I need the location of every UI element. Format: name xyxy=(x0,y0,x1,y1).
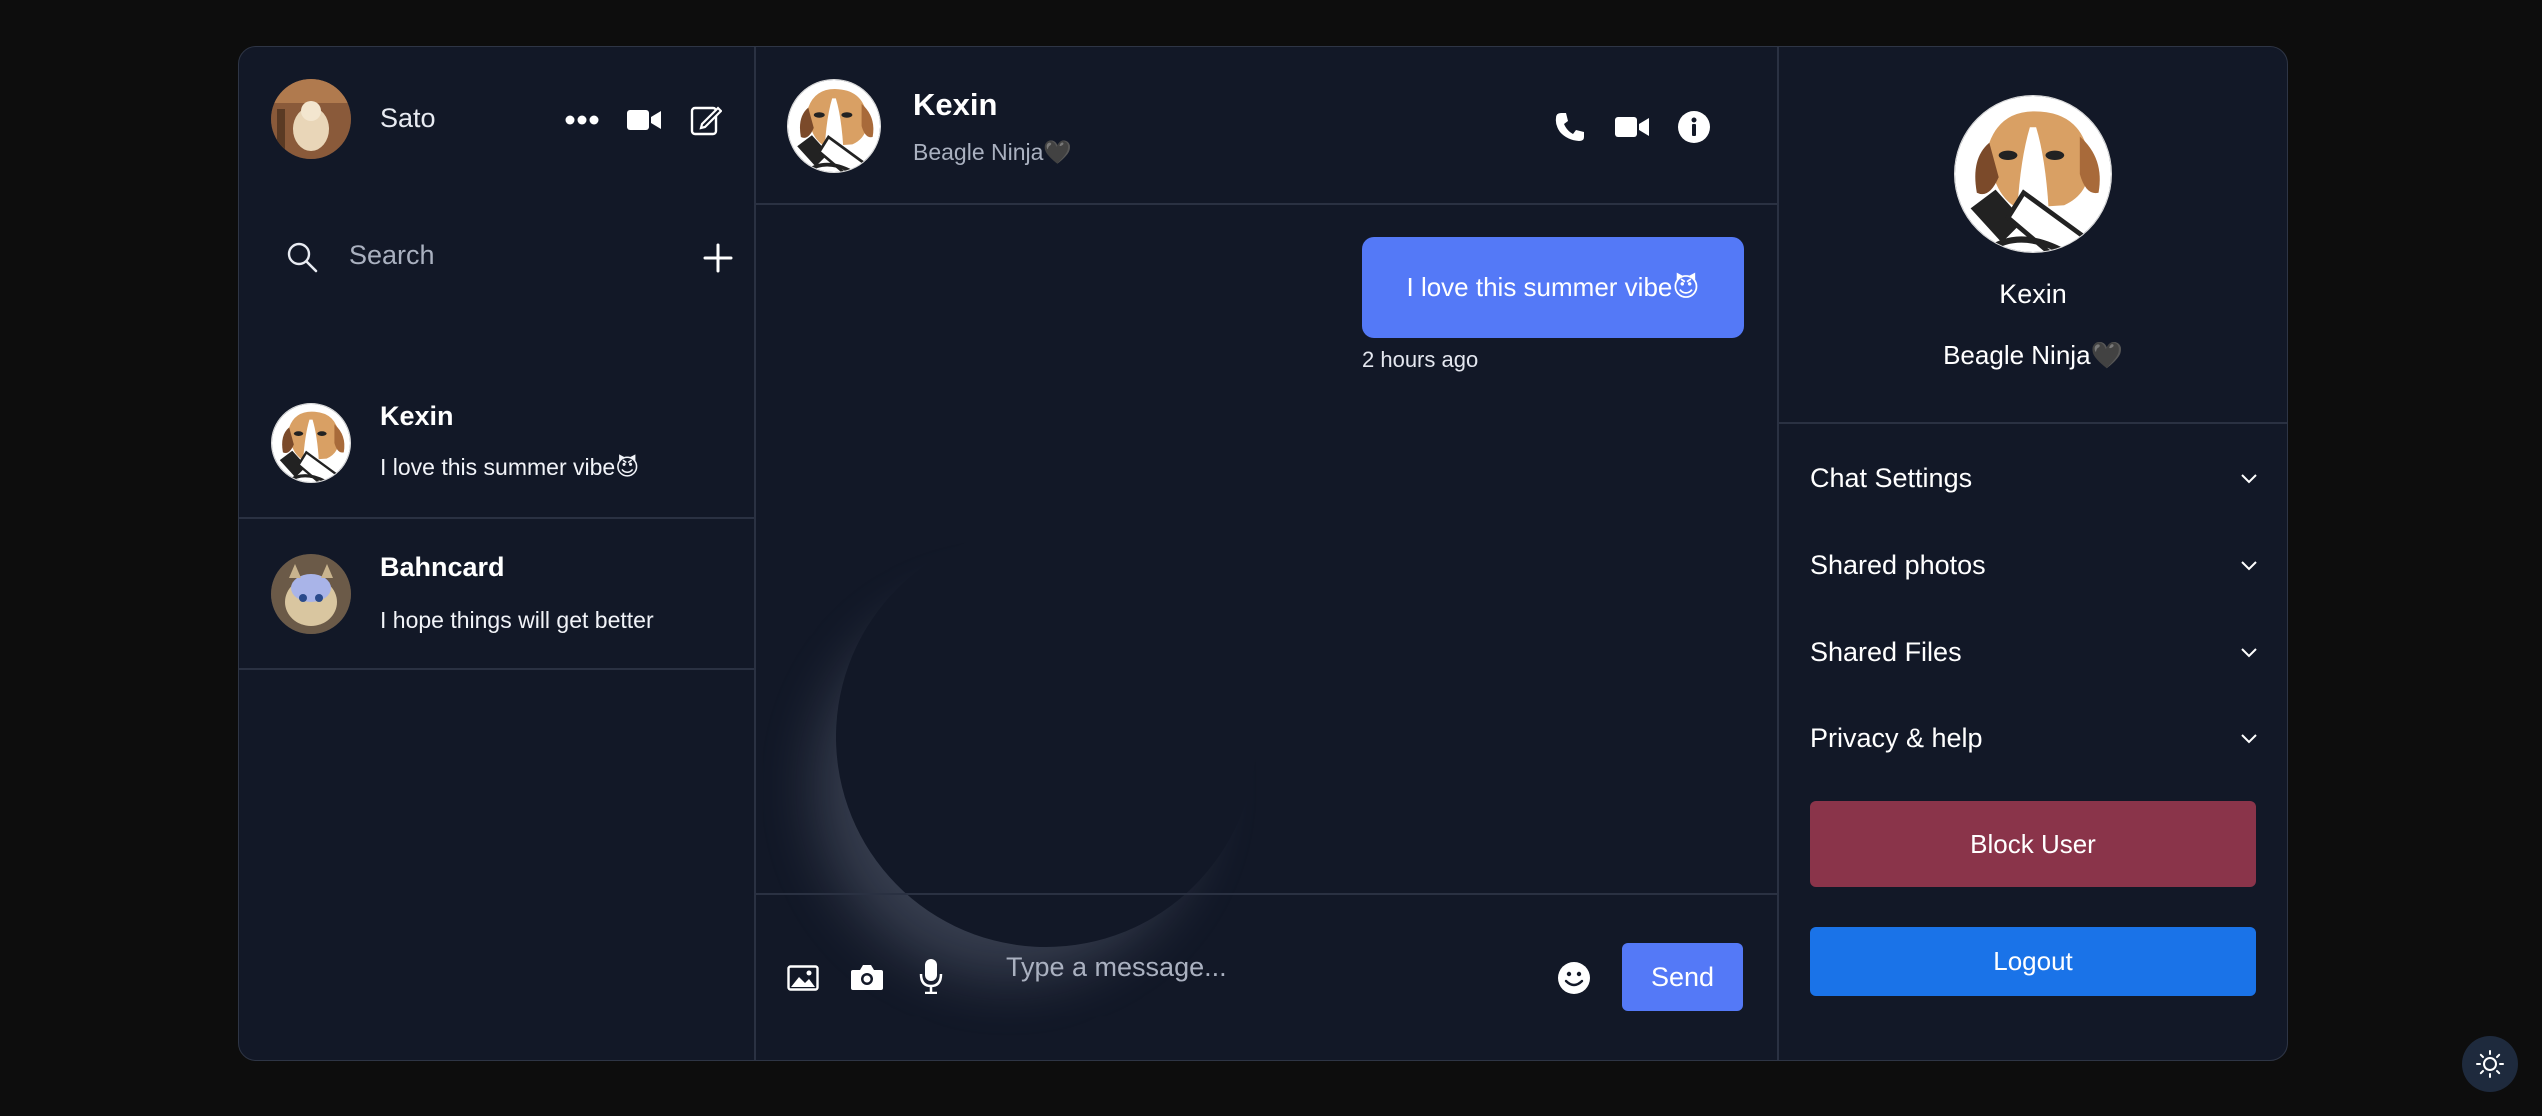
chat-header: Kexin Beagle Ninja🖤 xyxy=(756,47,1777,205)
shared-files-section[interactable]: Shared Files xyxy=(1810,622,2258,682)
conversation-sidebar: Sato Search Kexin I love this summer vib… xyxy=(239,47,756,1060)
chat-settings-section[interactable]: Chat Settings xyxy=(1810,448,2258,508)
chevron-down-icon xyxy=(2240,472,2258,484)
shared-photos-section[interactable]: Shared photos xyxy=(1810,535,2258,595)
peer-avatar[interactable] xyxy=(787,79,881,173)
video-call-icon[interactable] xyxy=(1614,109,1650,145)
video-icon[interactable] xyxy=(626,105,662,135)
chevron-down-icon xyxy=(2240,646,2258,658)
chevron-down-icon xyxy=(2240,732,2258,744)
message-timestamp: 2 hours ago xyxy=(1362,347,1479,372)
section-label: Shared Files xyxy=(1810,636,1962,667)
section-label: Chat Settings xyxy=(1810,462,1973,493)
mic-icon[interactable] xyxy=(916,958,946,994)
theme-toggle-button[interactable] xyxy=(2462,1036,2518,1092)
conversation-preview: I love this summer vibe😈 xyxy=(380,454,640,480)
sun-icon xyxy=(2475,1049,2505,1079)
user-avatar[interactable] xyxy=(271,79,351,159)
profile-status: Beagle Ninja🖤 xyxy=(1943,340,2123,370)
profile-avatar[interactable] xyxy=(1954,95,2112,253)
peer-name: Kexin xyxy=(913,87,998,122)
image-icon[interactable] xyxy=(786,963,820,993)
search-icon xyxy=(285,239,319,275)
conversation-item[interactable]: Bahncard I hope things will get better xyxy=(239,519,756,670)
conversation-avatar xyxy=(271,554,351,634)
plus-icon[interactable] xyxy=(701,241,735,275)
conversation-name: Bahncard xyxy=(380,552,505,582)
info-icon[interactable] xyxy=(1676,109,1712,145)
logout-button[interactable]: Logout xyxy=(1810,927,2256,996)
camera-icon[interactable] xyxy=(849,961,885,993)
section-label: Privacy & help xyxy=(1810,722,1983,753)
search-input[interactable]: Search xyxy=(349,240,435,271)
conversation-preview: I hope things will get better xyxy=(380,607,654,633)
chevron-down-icon xyxy=(2240,559,2258,571)
conversation-item[interactable]: Kexin I love this summer vibe😈 xyxy=(239,368,756,519)
peer-status: Beagle Ninja🖤 xyxy=(913,139,1073,165)
phone-icon[interactable] xyxy=(1552,109,1588,145)
chat-panel: Kexin Beagle Ninja🖤 I love this summer v… xyxy=(756,47,1779,1060)
message-input[interactable] xyxy=(1006,937,1536,997)
block-user-button[interactable]: Block User xyxy=(1810,801,2256,887)
conversation-name: Kexin xyxy=(380,401,454,431)
profile-panel: Kexin Beagle Ninja🖤 Chat Settings Shared… xyxy=(1779,47,2287,1060)
section-label: Shared photos xyxy=(1810,549,1986,580)
messenger-app: Sato Search Kexin I love this summer vib… xyxy=(238,46,2288,1061)
emoji-icon[interactable] xyxy=(1556,960,1592,996)
send-button[interactable]: Send xyxy=(1622,943,1743,1011)
privacy-help-section[interactable]: Privacy & help xyxy=(1810,708,2258,768)
edit-icon[interactable] xyxy=(689,103,723,137)
divider xyxy=(1779,422,2287,424)
more-icon[interactable] xyxy=(564,105,600,135)
profile-name: Kexin xyxy=(1999,279,2067,309)
message-bubble[interactable]: I love this summer vibe😈 xyxy=(1362,237,1744,338)
conversation-avatar xyxy=(271,403,351,483)
current-user-name: Sato xyxy=(380,103,436,133)
